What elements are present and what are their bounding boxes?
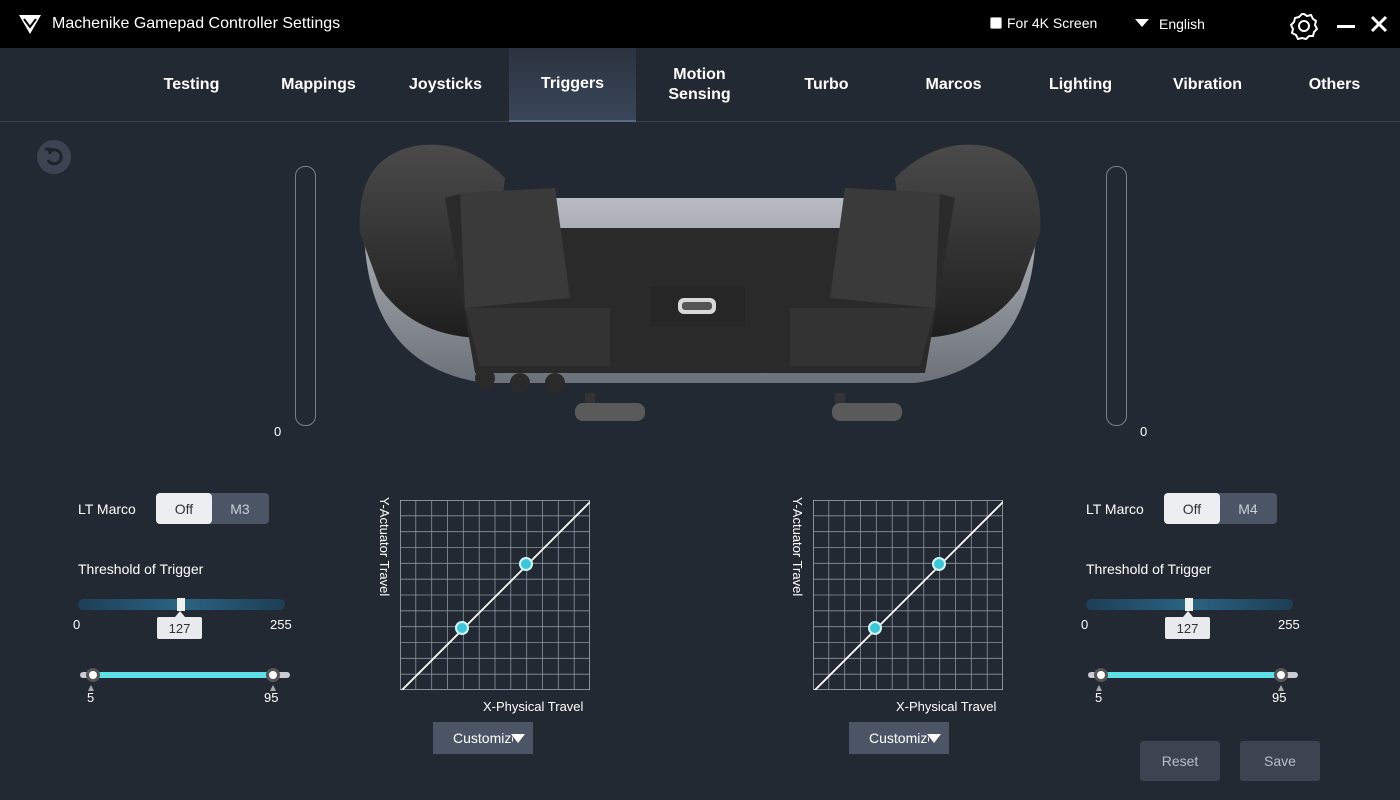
right-threshold-min: 0 (1081, 617, 1089, 632)
left-marco-label: LT Marco (78, 501, 136, 517)
gear-icon[interactable] (1289, 11, 1319, 41)
tab-others[interactable]: Others (1271, 48, 1398, 122)
right-threshold-max: 255 (1278, 617, 1300, 632)
undo-icon[interactable] (37, 140, 71, 174)
4k-screen-checkbox[interactable]: For 4K Screen (990, 15, 1097, 31)
language-label: English (1159, 16, 1205, 32)
left-deadzone-range-slider[interactable] (80, 668, 290, 682)
right-curve-point-2[interactable] (932, 557, 946, 571)
left-response-curve-graph[interactable] (400, 500, 590, 690)
right-marco-toggle: Off M4 (1164, 493, 1277, 524)
dropdown-triangle-icon (1135, 19, 1149, 27)
left-range-high-value: 95 (264, 690, 279, 705)
left-range-low-knob[interactable] (86, 668, 100, 682)
tab-motion-sensing[interactable]: Motion Sensing (636, 48, 763, 122)
tab-marcos[interactable]: Marcos (890, 48, 1017, 122)
right-curve-preset-dropdown[interactable]: Customize (849, 722, 949, 754)
minimize-button[interactable] (1337, 25, 1355, 28)
left-curve-preset-value: Customize (453, 730, 513, 746)
right-threshold-value: 127 (1165, 611, 1210, 639)
right-curve-x-label: X-Physical Travel (896, 699, 997, 714)
left-threshold-value: 127 (157, 611, 202, 639)
left-threshold-slider[interactable] (78, 598, 285, 611)
left-threshold-min: 0 (73, 617, 81, 632)
left-range-low-value: 5 (87, 690, 95, 705)
left-marco-off-option[interactable]: Off (156, 493, 212, 524)
save-button[interactable]: Save (1240, 741, 1320, 781)
left-curve-point-2[interactable] (519, 557, 533, 571)
close-icon[interactable] (1369, 14, 1389, 34)
main-nav: Testing Mappings Joysticks Triggers Moti… (0, 48, 1400, 122)
right-range-low-knob[interactable] (1094, 668, 1108, 682)
machenike-logo-icon (19, 15, 41, 34)
left-trigger-value: 0 (274, 424, 282, 439)
left-curve-point-1[interactable] (455, 621, 469, 635)
left-threshold-max: 255 (270, 617, 292, 632)
right-curve-y-label: Y-Actuator Travel (790, 497, 805, 597)
checkbox-box[interactable] (990, 17, 1002, 29)
right-threshold-slider[interactable] (1086, 598, 1293, 611)
left-trigger-level-bar (295, 166, 316, 426)
right-deadzone-range-slider[interactable] (1088, 668, 1298, 682)
right-range-fill (1101, 672, 1281, 678)
tab-testing[interactable]: Testing (128, 48, 255, 122)
right-response-curve-graph[interactable] (813, 500, 1003, 690)
app-title: Machenike Gamepad Controller Settings (52, 15, 341, 32)
right-range-high-value: 95 (1272, 690, 1287, 705)
4k-screen-label: For 4K Screen (1007, 15, 1098, 31)
left-range-high-knob[interactable] (266, 668, 280, 682)
right-range-high-knob[interactable] (1274, 668, 1288, 682)
right-curve-point-1[interactable] (868, 621, 882, 635)
left-curve-preset-dropdown[interactable]: Customize (433, 722, 533, 754)
tab-lighting[interactable]: Lighting (1017, 48, 1144, 122)
chevron-down-icon (927, 734, 941, 743)
tab-vibration[interactable]: Vibration (1144, 48, 1271, 122)
tab-triggers[interactable]: Triggers (509, 48, 636, 122)
tab-joysticks[interactable]: Joysticks (382, 48, 509, 122)
gamepad-image (359, 144, 1041, 421)
title-bar: Machenike Gamepad Controller Settings Fo… (0, 0, 1400, 48)
left-threshold-handle[interactable] (177, 598, 185, 611)
right-range-low-value: 5 (1095, 690, 1103, 705)
left-curve-x-label: X-Physical Travel (483, 699, 584, 714)
left-curve-y-label: Y-Actuator Travel (377, 497, 392, 597)
tab-mappings[interactable]: Mappings (255, 48, 382, 122)
right-marco-m4-option[interactable]: M4 (1220, 493, 1276, 524)
left-range-fill (93, 672, 273, 678)
left-threshold-label: Threshold of Trigger (78, 561, 204, 577)
right-threshold-label: Threshold of Trigger (1086, 561, 1212, 577)
left-marco-toggle: Off M3 (156, 493, 269, 524)
language-select[interactable]: English (1135, 16, 1205, 32)
left-marco-m3-option[interactable]: M3 (212, 493, 268, 524)
right-trigger-level-bar (1106, 166, 1127, 426)
tab-turbo[interactable]: Turbo (763, 48, 890, 122)
right-marco-label: LT Marco (1086, 501, 1144, 517)
tab-motion-sensing-label: Motion Sensing (668, 66, 731, 103)
reset-button[interactable]: Reset (1140, 741, 1220, 781)
right-threshold-handle[interactable] (1185, 598, 1193, 611)
right-marco-off-option[interactable]: Off (1164, 493, 1220, 524)
right-curve-preset-value: Customize (869, 730, 929, 746)
right-trigger-value: 0 (1140, 424, 1148, 439)
chevron-down-icon (511, 734, 525, 743)
